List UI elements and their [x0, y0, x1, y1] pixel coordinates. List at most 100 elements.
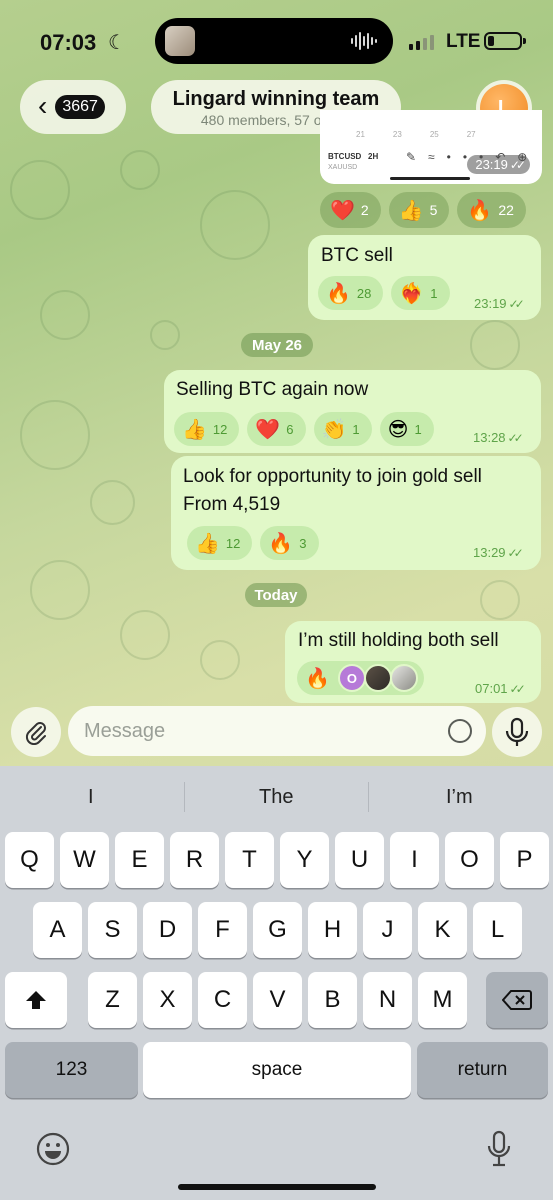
message-reactions: 👍 12 ❤️ 6 👏 1 😎 1 [174, 412, 434, 446]
image-sub-symbol: XAUUSD [328, 164, 358, 171]
suggestion-item[interactable]: I [88, 786, 94, 809]
date-separator: Today [245, 583, 307, 607]
paperclip-icon [25, 722, 46, 745]
key-s[interactable]: S [88, 902, 137, 958]
chevron-left-icon: ‹ [38, 89, 48, 121]
reaction-fire[interactable]: 🔥 22 [457, 192, 526, 228]
message-reactions: 🔥 28 ❤️‍🔥 1 [318, 276, 450, 310]
message-placeholder: Message [84, 720, 166, 742]
key-t[interactable]: T [225, 832, 274, 888]
battery-tip [523, 38, 526, 44]
key-f[interactable]: F [198, 902, 247, 958]
keyboard: I The I’m Q W E R T Y U I O P A S D F G … [0, 766, 553, 1200]
suggestion-item[interactable]: The [259, 786, 293, 809]
key-r[interactable]: R [170, 832, 219, 888]
key-k[interactable]: K [418, 902, 467, 958]
key-b[interactable]: B [308, 972, 357, 1028]
key-g[interactable]: G [253, 902, 302, 958]
dictation-icon[interactable] [484, 1130, 514, 1168]
key-p[interactable]: P [500, 832, 549, 888]
suggestion-bar: I The I’m [0, 766, 553, 828]
reaction-thumbs-up[interactable]: 👍 12 [174, 412, 240, 446]
key-a[interactable]: A [33, 902, 82, 958]
image-reactions: ❤️ 2 👍 5 🔥 22 [320, 192, 526, 228]
key-h[interactable]: H [308, 902, 357, 958]
key-w[interactable]: W [60, 832, 109, 888]
date-separator: May 26 [241, 333, 313, 357]
key-x[interactable]: X [143, 972, 192, 1028]
reaction-heart[interactable]: ❤️ 6 [247, 412, 306, 446]
suggestion-divider [368, 782, 369, 812]
attach-button[interactable] [11, 707, 61, 757]
key-o[interactable]: O [445, 832, 494, 888]
message-text-line2: From 4,519 [183, 494, 281, 515]
space-key[interactable]: space [143, 1042, 411, 1098]
message-text: Look for opportunity to join gold sell [183, 466, 482, 487]
message-time: 23:19 ✓✓ [474, 296, 525, 311]
microphone-icon [505, 717, 529, 746]
backspace-icon [502, 990, 532, 1010]
suggestion-divider [184, 782, 185, 812]
numbers-key[interactable]: 123 [5, 1042, 138, 1098]
message-time: 23:19 ✓✓ [467, 155, 530, 174]
key-y[interactable]: Y [280, 832, 329, 888]
key-d[interactable]: D [143, 902, 192, 958]
shift-key[interactable] [5, 972, 67, 1028]
message-bubble[interactable]: Selling BTC again now 👍 12 ❤️ 6 👏 1 😎 1 13:2… [164, 370, 541, 453]
reaction-fire-with-users[interactable]: 🔥 O [297, 661, 424, 695]
reaction-heart-on-fire[interactable]: ❤️‍🔥 1 [391, 276, 450, 310]
backspace-key[interactable] [486, 972, 548, 1028]
key-e[interactable]: E [115, 832, 164, 888]
status-bar: 07:03 ☾ LTE [0, 0, 553, 80]
key-u[interactable]: U [335, 832, 384, 888]
microphone-button[interactable] [492, 707, 542, 757]
key-v[interactable]: V [253, 972, 302, 1028]
message-text: Selling BTC again now [176, 379, 369, 400]
key-m[interactable]: M [418, 972, 467, 1028]
reaction-thumbs-up[interactable]: 👍 5 [388, 192, 450, 228]
reaction-clap[interactable]: 👏 1 [313, 412, 372, 446]
battery-icon [484, 32, 522, 50]
message-input[interactable]: Message [68, 706, 486, 756]
image-symbol: BTCUSD 2H [328, 152, 379, 161]
message-reactions: 🔥 O [297, 661, 424, 695]
sticker-icon[interactable] [448, 719, 472, 743]
key-n[interactable]: N [363, 972, 412, 1028]
key-z[interactable]: Z [88, 972, 137, 1028]
shift-icon [26, 991, 46, 1009]
clock: 07:03 [40, 30, 97, 55]
message-reactions: 👍 12 🔥 3 [187, 526, 319, 560]
reaction-sunglasses[interactable]: 😎 1 [379, 412, 434, 446]
key-l[interactable]: L [473, 902, 522, 958]
reaction-fire[interactable]: 🔥 28 [318, 276, 384, 310]
key-c[interactable]: C [198, 972, 247, 1028]
message-text: BTC sell [321, 245, 393, 266]
reactor-avatar: O [337, 664, 366, 692]
chat-title: Lingard winning team [172, 88, 380, 110]
message-bubble[interactable]: Look for opportunity to join gold sell F… [171, 456, 541, 570]
return-key[interactable]: return [417, 1042, 548, 1098]
image-scroll-indicator [390, 177, 470, 180]
unread-badge: 3667 [55, 95, 105, 119]
home-indicator[interactable] [178, 1184, 376, 1190]
message-bubble[interactable]: BTC sell 🔥 28 ❤️‍🔥 1 23:19 ✓✓ [308, 235, 541, 320]
network-label: LTE [446, 31, 481, 52]
key-i[interactable]: I [390, 832, 439, 888]
reaction-thumbs-up[interactable]: 👍 12 [187, 526, 253, 560]
suggestion-item[interactable]: I’m [446, 786, 473, 809]
reaction-heart[interactable]: ❤️ 2 [320, 192, 381, 228]
image-message[interactable]: 21 23 25 27 BTCUSD 2H XAUUSD ✎≈•••↶⊕ 23:… [320, 110, 542, 184]
image-axis: 21 23 25 27 [356, 130, 476, 139]
dynamic-island[interactable] [155, 18, 393, 64]
message-time: 07:01 ✓✓ [475, 681, 526, 696]
key-q[interactable]: Q [5, 832, 54, 888]
key-j[interactable]: J [363, 902, 412, 958]
message-text: I’m still holding both sell [298, 630, 499, 651]
back-button[interactable]: ‹ 3667 [20, 80, 126, 134]
message-time: 13:28 ✓✓ [473, 430, 524, 445]
emoji-icon[interactable] [36, 1132, 70, 1166]
reactor-avatar [363, 664, 392, 692]
message-bubble[interactable]: I’m still holding both sell 🔥 O 07:01 ✓✓ [285, 621, 541, 703]
moon-icon: ☾ [108, 32, 126, 54]
reaction-fire[interactable]: 🔥 3 [260, 526, 319, 560]
